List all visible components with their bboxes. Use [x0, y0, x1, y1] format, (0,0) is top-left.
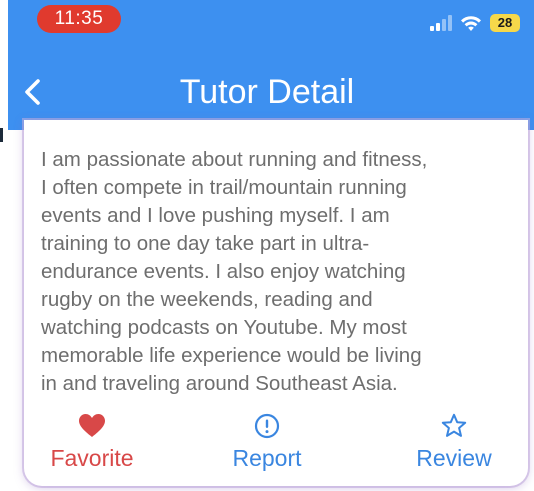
report-label: Report — [232, 445, 302, 471]
star-outline-icon — [440, 412, 468, 440]
status-icons: 28 — [430, 12, 520, 34]
favorite-button[interactable]: Favorite — [42, 412, 142, 472]
exclamation-circle-icon — [253, 412, 281, 440]
tutor-bio-card: I am passionate about running and fitnes… — [24, 120, 528, 486]
wifi-icon — [461, 15, 481, 31]
cellular-signal-icon — [430, 15, 452, 31]
page-title: Tutor Detail — [179, 73, 355, 111]
heart-icon — [78, 412, 106, 440]
review-button[interactable]: Review — [408, 412, 500, 472]
battery-indicator: 28 — [490, 14, 520, 32]
status-time: 11:35 — [37, 5, 121, 33]
tutor-bio-text: I am passionate about running and fitnes… — [41, 148, 428, 395]
favorite-label: Favorite — [50, 445, 134, 471]
report-button[interactable]: Report — [221, 412, 313, 472]
left-edge-marker — [0, 128, 3, 142]
review-label: Review — [416, 445, 492, 471]
tutor-detail-screen: 11:35 28 Tutor Detail I am passionate ab… — [0, 0, 534, 491]
